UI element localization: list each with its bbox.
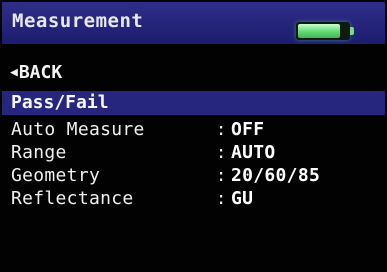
setting-label: Geometry [11, 165, 101, 186]
menu-item-pass-fail-label: Pass/Fail [11, 92, 109, 113]
battery-body [296, 22, 350, 40]
setting-separator: : [216, 143, 227, 163]
battery-icon [296, 22, 356, 40]
setting-value: GU [231, 188, 254, 209]
setting-separator: : [216, 120, 227, 140]
back-button[interactable]: ◀ BACK [10, 60, 62, 84]
device-screen: Measurement ◀ BACK Pass/Fail Auto Measur… [0, 0, 387, 272]
setting-label: Auto Measure [11, 119, 145, 140]
setting-row-geometry[interactable]: Geometry : 20/60/85 [11, 165, 381, 187]
battery-level-fill [298, 24, 340, 38]
setting-value: OFF [231, 119, 265, 140]
back-arrow-icon: ◀ [10, 64, 18, 80]
back-label: BACK [18, 61, 63, 83]
setting-row-reflectance[interactable]: Reflectance : GU [11, 188, 381, 210]
screen-title: Measurement [12, 10, 144, 32]
setting-row-auto-measure[interactable]: Auto Measure : OFF [11, 119, 381, 141]
setting-label: Range [11, 142, 67, 163]
setting-separator: : [216, 166, 227, 186]
battery-tip [350, 27, 354, 35]
menu-item-pass-fail[interactable]: Pass/Fail [2, 91, 385, 115]
setting-value: 20/60/85 [231, 165, 321, 186]
setting-row-range[interactable]: Range : AUTO [11, 142, 381, 164]
setting-separator: : [216, 189, 227, 209]
title-bar: Measurement [2, 2, 385, 44]
setting-value: AUTO [231, 142, 276, 163]
setting-label: Reflectance [11, 188, 134, 209]
